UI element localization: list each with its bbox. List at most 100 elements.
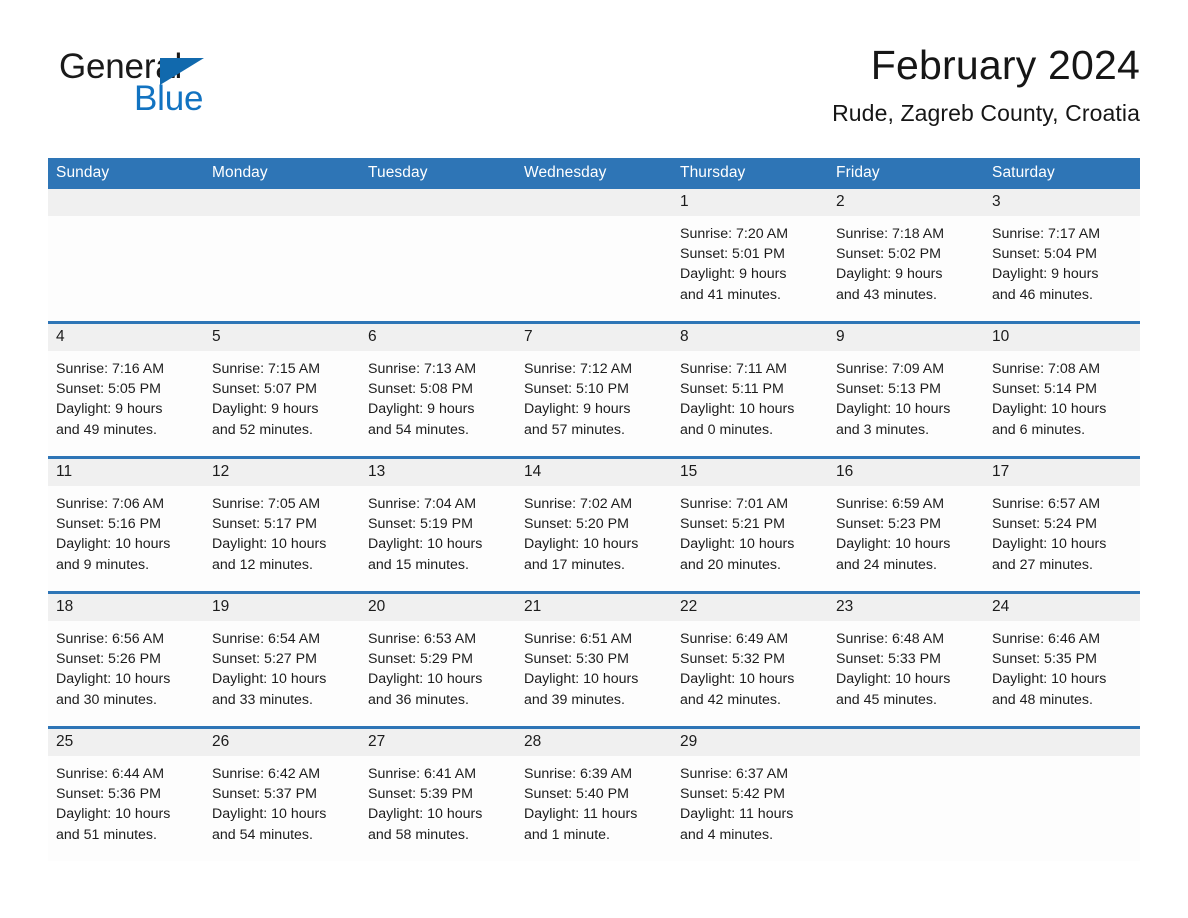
calendar-day-cell[interactable]: 5 Sunrise: 7:15 AM Sunset: 5:07 PM Daylight… [204,321,360,458]
day-detail-line: and 54 minutes. [212,826,313,843]
calendar-day-cell[interactable]: 7 Sunrise: 7:12 AM Sunset: 5:10 PM Daylight… [516,321,672,458]
calendar-day-cell[interactable]: 25 Sunrise: 6:44 AM Sunset: 5:36 PM Dayligh… [48,726,204,861]
day-detail-line: Daylight: 10 hours [680,671,795,688]
calendar-day-cell[interactable]: 3 Sunrise: 7:17 AM Sunset: 5:04 PM Daylight… [984,189,1140,323]
calendar-day-cell[interactable]: 27 Sunrise: 6:41 AM Sunset: 5:39 PM Dayligh… [360,726,516,861]
day-detail-line: Daylight: 10 hours [680,401,795,418]
day-details [516,216,672,224]
day-number-band: 19 [204,594,360,621]
day-number-band: 8 [672,324,828,351]
day-number-band: 18 [48,594,204,621]
weekday-header-friday: Friday [828,158,984,189]
day-number-band: 15 [672,459,828,486]
calendar-day-cell[interactable]: 18 Sunrise: 6:56 AM Sunset: 5:26 PM Dayligh… [48,591,204,728]
day-detail-line: and 17 minutes. [524,556,625,573]
day-detail-line: Sunset: 5:42 PM [680,786,785,803]
day-number: 6 [368,328,377,345]
day-number-band: 11 [48,459,204,486]
day-detail-line: Daylight: 10 hours [836,536,951,553]
day-detail-line: Daylight: 9 hours [836,266,943,283]
calendar-day-cell[interactable]: 12 Sunrise: 7:05 AM Sunset: 5:17 PM Dayligh… [204,456,360,593]
day-number: 26 [212,733,230,750]
day-details: Sunrise: 6:51 AM Sunset: 5:30 PM Daylight:… [516,621,672,710]
day-detail-line: Sunrise: 6:51 AM [524,631,633,647]
day-number: 5 [212,328,221,345]
day-details: Sunrise: 6:53 AM Sunset: 5:29 PM Daylight:… [360,621,516,710]
calendar-week-row: 4 Sunrise: 7:16 AM Sunset: 5:05 PM Daylight… [48,321,1140,458]
day-number: 16 [836,463,854,480]
calendar-day-cell[interactable]: 22 Sunrise: 6:49 AM Sunset: 5:32 PM Dayligh… [672,591,828,728]
day-number-band [516,189,672,216]
day-detail-line: and 41 minutes. [680,286,781,303]
calendar-day-cell[interactable]: 28 Sunrise: 6:39 AM Sunset: 5:40 PM Dayligh… [516,726,672,861]
day-number-band [48,189,204,216]
day-detail-line: and 9 minutes. [56,556,150,573]
calendar-day-cell[interactable]: 4 Sunrise: 7:16 AM Sunset: 5:05 PM Daylight… [48,321,204,458]
day-number-band: 1 [672,189,828,216]
day-details: Sunrise: 7:11 AM Sunset: 5:11 PM Daylight:… [672,351,828,440]
calendar-day-cell[interactable]: 15 Sunrise: 7:01 AM Sunset: 5:21 PM Dayligh… [672,456,828,593]
day-detail-line: Sunset: 5:14 PM [992,381,1097,398]
day-number-band: 17 [984,459,1140,486]
day-detail-line: and 0 minutes. [680,421,774,438]
day-number: 11 [56,463,73,480]
day-number-band: 10 [984,324,1140,351]
day-number: 18 [56,598,74,615]
calendar-day-cell[interactable]: 29 Sunrise: 6:37 AM Sunset: 5:42 PM Dayligh… [672,726,828,861]
day-number-band: 24 [984,594,1140,621]
calendar-body: 1 Sunrise: 7:20 AM Sunset: 5:01 PM Daylight… [48,189,1140,861]
calendar-day-cell[interactable]: 14 Sunrise: 7:02 AM Sunset: 5:20 PM Dayligh… [516,456,672,593]
calendar-day-cell[interactable]: 19 Sunrise: 6:54 AM Sunset: 5:27 PM Dayligh… [204,591,360,728]
day-details: Sunrise: 7:06 AM Sunset: 5:16 PM Daylight:… [48,486,204,575]
day-number: 9 [836,328,845,345]
day-detail-line: Sunrise: 7:15 AM [212,361,321,377]
calendar-day-cell[interactable]: 10 Sunrise: 7:08 AM Sunset: 5:14 PM Dayligh… [984,321,1140,458]
day-details: Sunrise: 7:16 AM Sunset: 5:05 PM Daylight:… [48,351,204,440]
calendar-day-cell[interactable]: 1 Sunrise: 7:20 AM Sunset: 5:01 PM Daylight… [672,189,828,323]
day-details: Sunrise: 6:44 AM Sunset: 5:36 PM Daylight:… [48,756,204,845]
day-detail-line: and 12 minutes. [212,556,313,573]
day-number: 8 [680,328,689,345]
calendar-day-cell[interactable]: 9 Sunrise: 7:09 AM Sunset: 5:13 PM Daylight… [828,321,984,458]
calendar-day-cell[interactable]: 11 Sunrise: 7:06 AM Sunset: 5:16 PM Dayligh… [48,456,204,593]
day-detail-line: Sunset: 5:30 PM [524,651,629,668]
day-detail-line: and 58 minutes. [368,826,469,843]
calendar-day-cell[interactable]: 13 Sunrise: 7:04 AM Sunset: 5:19 PM Dayligh… [360,456,516,593]
day-detail-line: Sunset: 5:07 PM [212,381,317,398]
day-detail-line: Sunrise: 7:05 AM [212,496,321,512]
day-details: Sunrise: 7:08 AM Sunset: 5:14 PM Daylight:… [984,351,1140,440]
day-detail-line: Sunrise: 6:53 AM [368,631,477,647]
calendar-day-cell[interactable]: 26 Sunrise: 6:42 AM Sunset: 5:37 PM Dayligh… [204,726,360,861]
calendar-day-cell-empty [360,189,516,323]
day-details: Sunrise: 7:02 AM Sunset: 5:20 PM Daylight:… [516,486,672,575]
day-detail-line: Daylight: 10 hours [368,536,483,553]
day-details: Sunrise: 6:57 AM Sunset: 5:24 PM Daylight:… [984,486,1140,575]
day-detail-line: Sunrise: 6:49 AM [680,631,789,647]
day-number: 1 [680,193,689,210]
day-details [984,756,1140,764]
day-details: Sunrise: 7:15 AM Sunset: 5:07 PM Daylight:… [204,351,360,440]
calendar-day-cell[interactable]: 16 Sunrise: 6:59 AM Sunset: 5:23 PM Dayligh… [828,456,984,593]
day-detail-line: Sunrise: 6:54 AM [212,631,321,647]
calendar-day-cell[interactable]: 20 Sunrise: 6:53 AM Sunset: 5:29 PM Dayligh… [360,591,516,728]
day-detail-line: Daylight: 10 hours [992,536,1107,553]
calendar-day-cell[interactable]: 6 Sunrise: 7:13 AM Sunset: 5:08 PM Daylight… [360,321,516,458]
calendar-day-cell[interactable]: 8 Sunrise: 7:11 AM Sunset: 5:11 PM Daylight… [672,321,828,458]
calendar-day-cell[interactable]: 2 Sunrise: 7:18 AM Sunset: 5:02 PM Daylight… [828,189,984,323]
calendar-day-cell[interactable]: 17 Sunrise: 6:57 AM Sunset: 5:24 PM Dayligh… [984,456,1140,593]
day-detail-line: Sunset: 5:16 PM [56,516,161,533]
calendar-day-cell[interactable]: 23 Sunrise: 6:48 AM Sunset: 5:33 PM Dayligh… [828,591,984,728]
day-detail-line: Daylight: 9 hours [368,401,475,418]
day-detail-line: Sunrise: 6:41 AM [368,766,477,782]
day-detail-line: Sunrise: 6:39 AM [524,766,633,782]
day-detail-line: Daylight: 10 hours [368,806,483,823]
calendar-day-cell[interactable]: 21 Sunrise: 6:51 AM Sunset: 5:30 PM Dayligh… [516,591,672,728]
day-number: 28 [524,733,542,750]
day-detail-line: Daylight: 10 hours [56,671,171,688]
day-detail-line: Daylight: 10 hours [524,671,639,688]
day-detail-line: Sunrise: 6:37 AM [680,766,789,782]
day-detail-line: Daylight: 9 hours [992,266,1099,283]
calendar-day-cell[interactable]: 24 Sunrise: 6:46 AM Sunset: 5:35 PM Dayligh… [984,591,1140,728]
day-number-band: 28 [516,729,672,756]
day-detail-line: and 43 minutes. [836,286,937,303]
